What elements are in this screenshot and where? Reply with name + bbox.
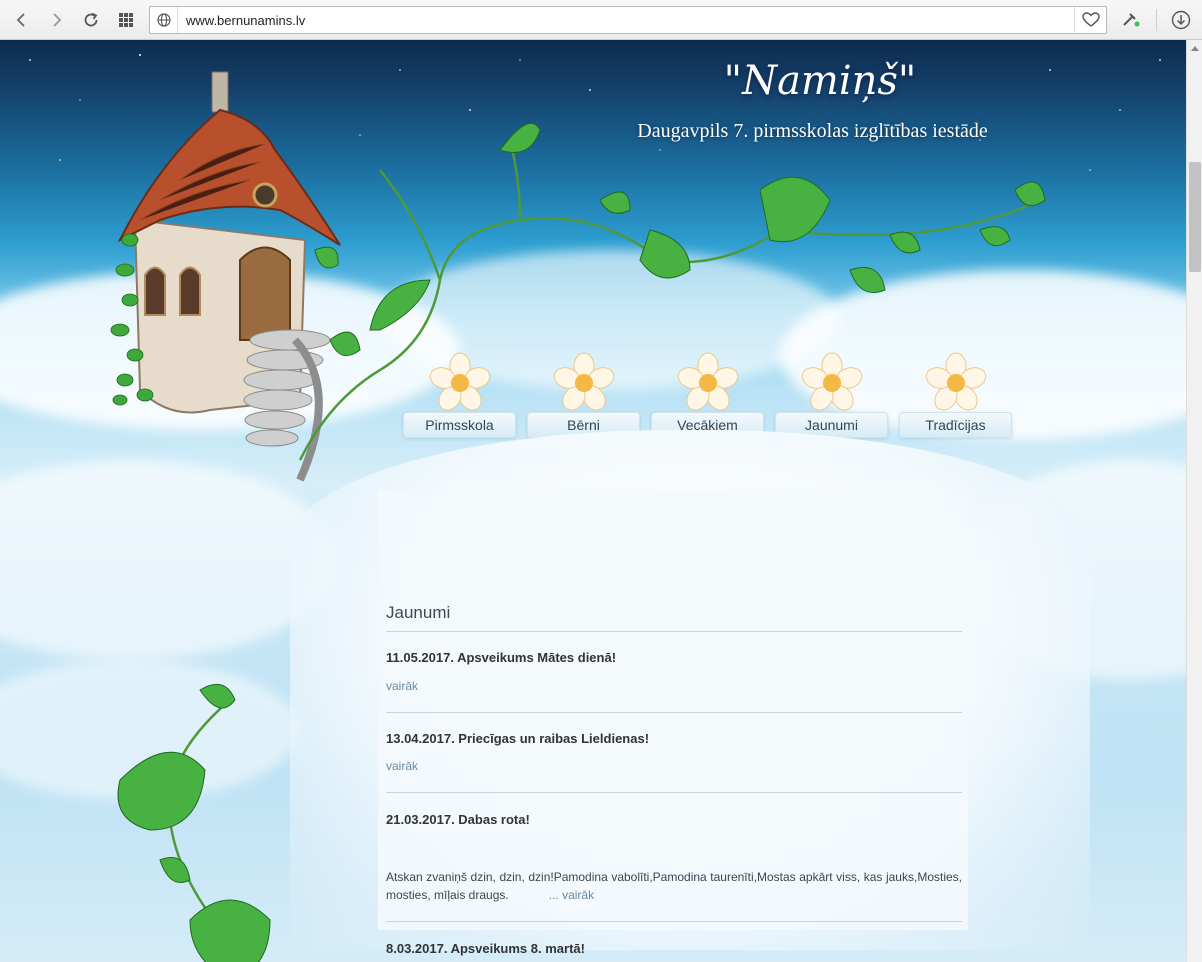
news-item-title[interactable]: 13.04.2017. Priecīgas un raibas Lieldien… xyxy=(386,731,649,746)
menu-button-tradicijas[interactable]: Tradīcijas xyxy=(899,412,1012,438)
flower-icon xyxy=(429,352,491,411)
read-more-link[interactable]: ... vairāk xyxy=(549,888,594,902)
flower-icon xyxy=(925,352,987,411)
main-menu: Pirmsskola Bērni Vecākiem Jaunumi Tradīc… xyxy=(403,352,1023,442)
address-bar[interactable]: www.bernunamins.lv xyxy=(149,6,1107,34)
news-section-title: Jaunumi xyxy=(386,603,451,622)
flower-icon xyxy=(677,352,739,411)
news-item-title[interactable]: 11.05.2017. Apsveikums Mātes dienā! xyxy=(386,650,616,665)
speed-dial-grid-icon[interactable] xyxy=(109,3,143,37)
news-item-excerpt: Atskan zvaniņš dzin, dzin, dzin!Pamodina… xyxy=(386,868,962,904)
fairy-house-illustration xyxy=(110,71,341,482)
divider xyxy=(386,712,962,713)
reload-icon[interactable] xyxy=(74,3,108,37)
menu-item-pirmsskola[interactable]: Pirmsskola xyxy=(403,352,516,442)
read-more-link[interactable]: vairāk xyxy=(386,679,418,693)
download-icon[interactable] xyxy=(1168,8,1194,32)
divider xyxy=(386,921,962,922)
divider xyxy=(386,631,962,632)
news-excerpt-text: Atskan zvaniņš dzin, dzin, dzin!Pamodina… xyxy=(386,870,962,902)
vertical-scrollbar[interactable] xyxy=(1186,40,1202,962)
heart-icon[interactable] xyxy=(1074,7,1106,33)
menu-item-jaunumi[interactable]: Jaunumi xyxy=(775,352,888,442)
menu-item-berni[interactable]: Bērni xyxy=(527,352,640,442)
menu-button-pirmsskola[interactable]: Pirmsskola xyxy=(403,412,516,438)
browser-toolbar: www.bernunamins.lv xyxy=(0,0,1202,40)
scroll-up-arrow-icon[interactable] xyxy=(1187,40,1202,56)
divider xyxy=(386,792,962,793)
content-panel xyxy=(378,490,968,930)
back-icon[interactable] xyxy=(4,3,38,37)
site-subtitle: Daugavpils 7. pirmsskolas izglītības ies… xyxy=(637,120,988,142)
menu-item-tradicijas[interactable]: Tradīcijas xyxy=(899,352,1012,442)
background-cloud xyxy=(0,460,340,660)
menu-item-vecakiem[interactable]: Vecākiem xyxy=(651,352,764,442)
flower-icon xyxy=(553,352,615,411)
globe-icon xyxy=(150,7,178,33)
flower-icon xyxy=(801,352,863,411)
scrollbar-thumb[interactable] xyxy=(1189,162,1201,272)
toolbar-divider xyxy=(1156,9,1157,31)
read-more-link[interactable]: vairāk xyxy=(386,759,418,773)
news-item-title[interactable]: 8.03.2017. Apsveikums 8. martā! xyxy=(386,941,585,956)
site-title: "Namiņš" xyxy=(723,58,917,104)
extension-icon[interactable] xyxy=(1118,8,1144,32)
background-cloud xyxy=(0,660,300,800)
news-item-title[interactable]: 21.03.2017. Dabas rota! xyxy=(386,812,530,827)
url-text[interactable]: www.bernunamins.lv xyxy=(178,13,1074,28)
forward-icon[interactable] xyxy=(40,3,74,37)
